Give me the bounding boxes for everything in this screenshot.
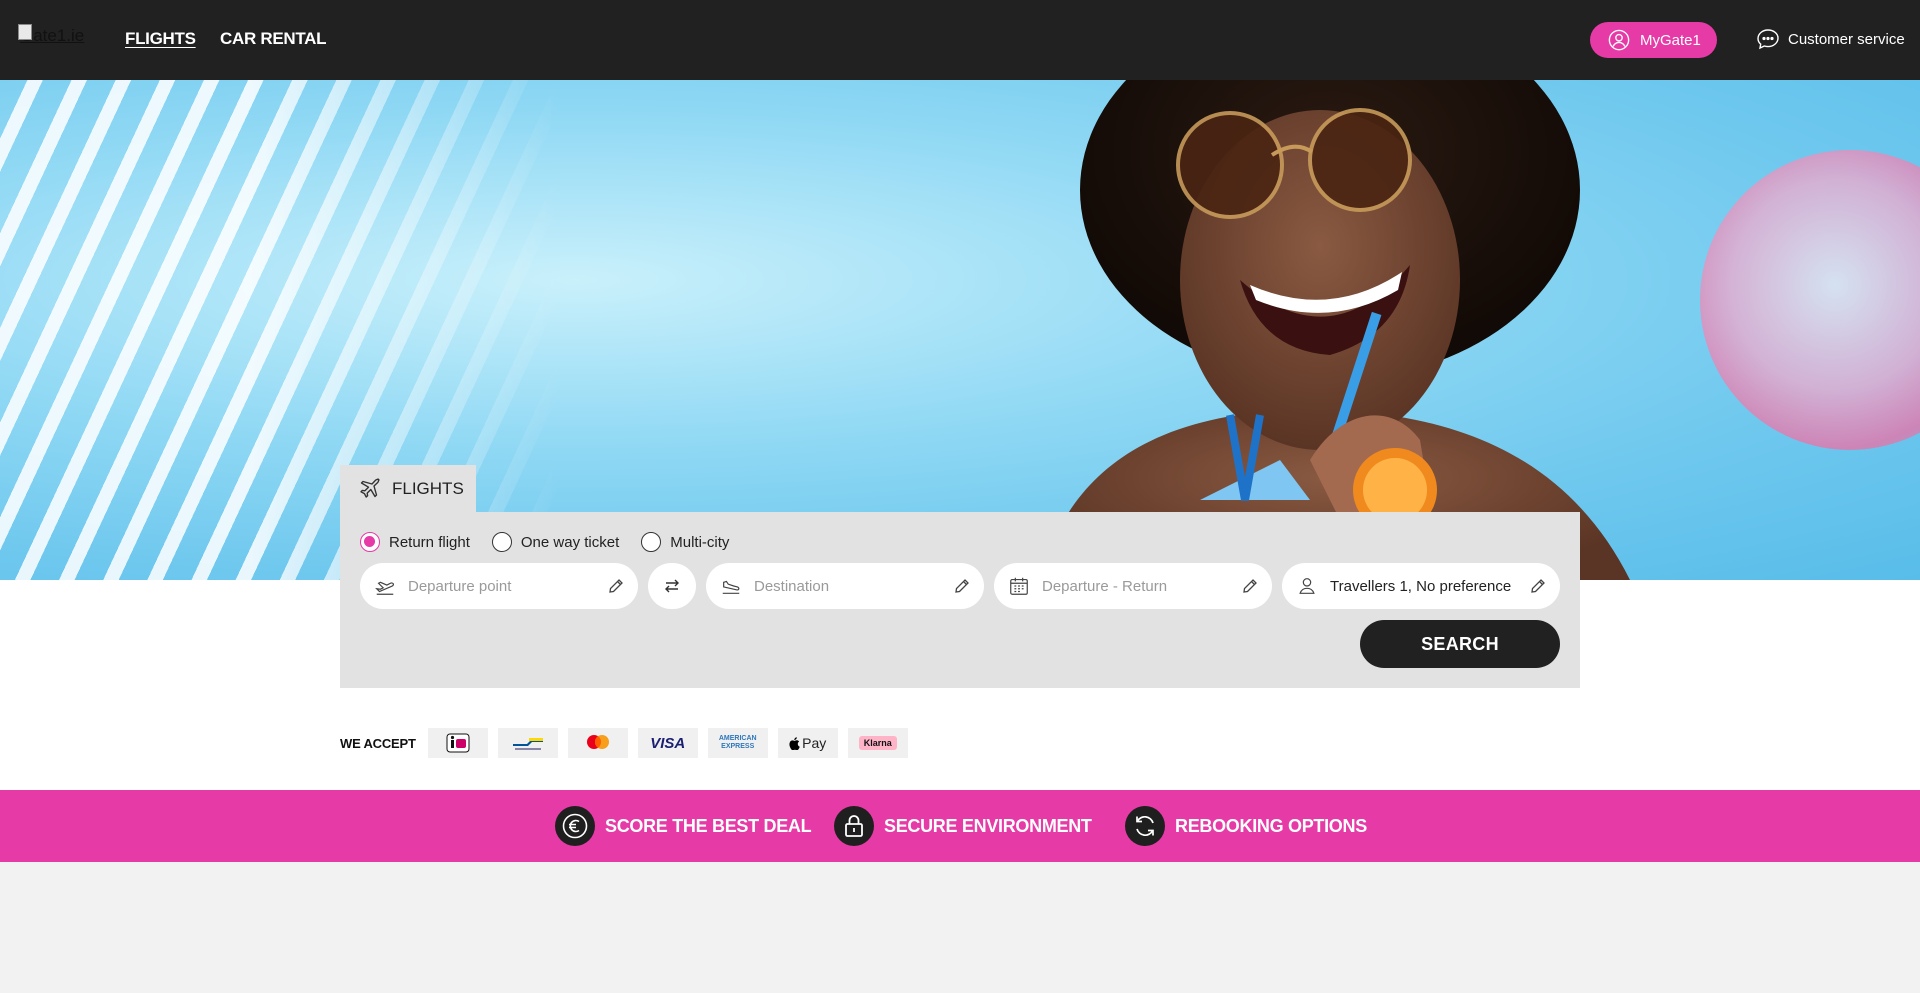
usp-best-deal: SCORE THE BEST DEAL: [555, 806, 812, 846]
trip-type-multi-city[interactable]: Multi-city: [641, 532, 729, 552]
ideal-icon: [427, 728, 488, 758]
bancontact-icon: [497, 728, 558, 758]
dates-field[interactable]: Departure - Return: [994, 563, 1272, 609]
amex-icon: AMERICAN EXPRESS: [707, 728, 768, 758]
usp-rebooking-label: REBOOKING OPTIONS: [1175, 815, 1367, 836]
pencil-icon: [1243, 579, 1257, 593]
visa-icon: VISA: [637, 728, 698, 758]
flight-search-panel: Return flight One way ticket Multi-city …: [340, 512, 1580, 688]
plane-takeoff-icon: [375, 581, 394, 595]
refresh-icon: [1125, 806, 1165, 846]
hero-banner: [0, 80, 1920, 580]
usp-rebooking: REBOOKING OPTIONS: [1125, 806, 1367, 846]
destination-field[interactable]: Destination: [706, 563, 984, 609]
we-accept-label: WE ACCEPT: [340, 735, 416, 751]
woman-with-sunglasses-image: [1040, 80, 1630, 580]
travellers-value: Travellers 1, No preference: [1330, 577, 1512, 595]
tab-flights[interactable]: FLIGHTS: [340, 465, 476, 513]
trip-type-return[interactable]: Return flight: [360, 532, 470, 552]
top-navigation: Gate1.ie FLIGHTS CAR RENTAL MyGate1 Cust…: [0, 0, 1920, 80]
swap-arrows-icon: [665, 579, 679, 593]
pencil-icon: [955, 579, 969, 593]
nav-car-rental[interactable]: CAR RENTAL: [220, 29, 327, 49]
trip-type-return-label: Return flight: [389, 533, 470, 551]
trip-type-one-way-label: One way ticket: [520, 533, 620, 551]
usp-band: SCORE THE BEST DEAL SECURE ENVIRONMENT R…: [0, 790, 1920, 862]
apple-pay-icon: Pay: [777, 728, 838, 758]
pencil-icon: [609, 579, 623, 593]
mygate-account-button[interactable]: MyGate1: [1590, 22, 1717, 58]
trip-type-group: Return flight One way ticket Multi-city: [360, 532, 729, 552]
radio-one-way[interactable]: [491, 532, 512, 552]
lock-icon: [834, 806, 874, 846]
person-icon: [1299, 578, 1315, 594]
travellers-field[interactable]: Travellers 1, No preference: [1282, 563, 1560, 609]
usp-best-deal-label: SCORE THE BEST DEAL: [605, 815, 812, 836]
mygate-label: MyGate1: [1640, 31, 1701, 49]
user-circle-icon: [1608, 29, 1630, 51]
decorative-stripes: [0, 80, 560, 580]
departure-placeholder: Departure point: [408, 577, 512, 595]
swap-airports-button[interactable]: [648, 563, 696, 609]
calendar-icon: [1010, 577, 1028, 595]
mastercard-icon: [567, 728, 628, 758]
tab-flights-label: FLIGHTS: [392, 479, 464, 498]
customer-service-label: Customer service: [1788, 30, 1905, 48]
usp-secure-label: SECURE ENVIRONMENT: [884, 815, 1092, 836]
departure-field[interactable]: Departure point: [360, 563, 638, 609]
destination-placeholder: Destination: [754, 577, 830, 595]
klarna-label: Klarna: [858, 736, 897, 750]
euro-icon: [555, 806, 595, 846]
dates-placeholder: Departure - Return: [1042, 577, 1168, 595]
usp-secure: SECURE ENVIRONMENT: [834, 806, 1092, 846]
nav-flights[interactable]: FLIGHTS: [125, 29, 196, 49]
chat-bubble-icon: [1757, 29, 1779, 50]
trip-type-one-way[interactable]: One way ticket: [491, 532, 620, 552]
search-button[interactable]: SEARCH: [1360, 620, 1560, 668]
site-logo[interactable]: Gate1.ie: [18, 24, 84, 46]
apple-pay-label: Pay: [802, 735, 827, 751]
klarna-icon: Klarna: [847, 728, 908, 758]
pencil-icon: [1531, 579, 1545, 593]
customer-service-link[interactable]: Customer service: [1756, 28, 1905, 50]
payment-methods: WE ACCEPT VISA AMERICAN EXPRESS Pay Klar…: [340, 728, 908, 758]
radio-multi-city[interactable]: [641, 532, 662, 552]
trip-type-multi-city-label: Multi-city: [670, 533, 730, 551]
apple-logo-icon: [789, 736, 800, 750]
radio-return-selected[interactable]: [360, 532, 380, 552]
plane-landing-icon: [722, 580, 740, 594]
broken-image-icon: [18, 24, 32, 40]
airplane-icon: [360, 478, 380, 498]
